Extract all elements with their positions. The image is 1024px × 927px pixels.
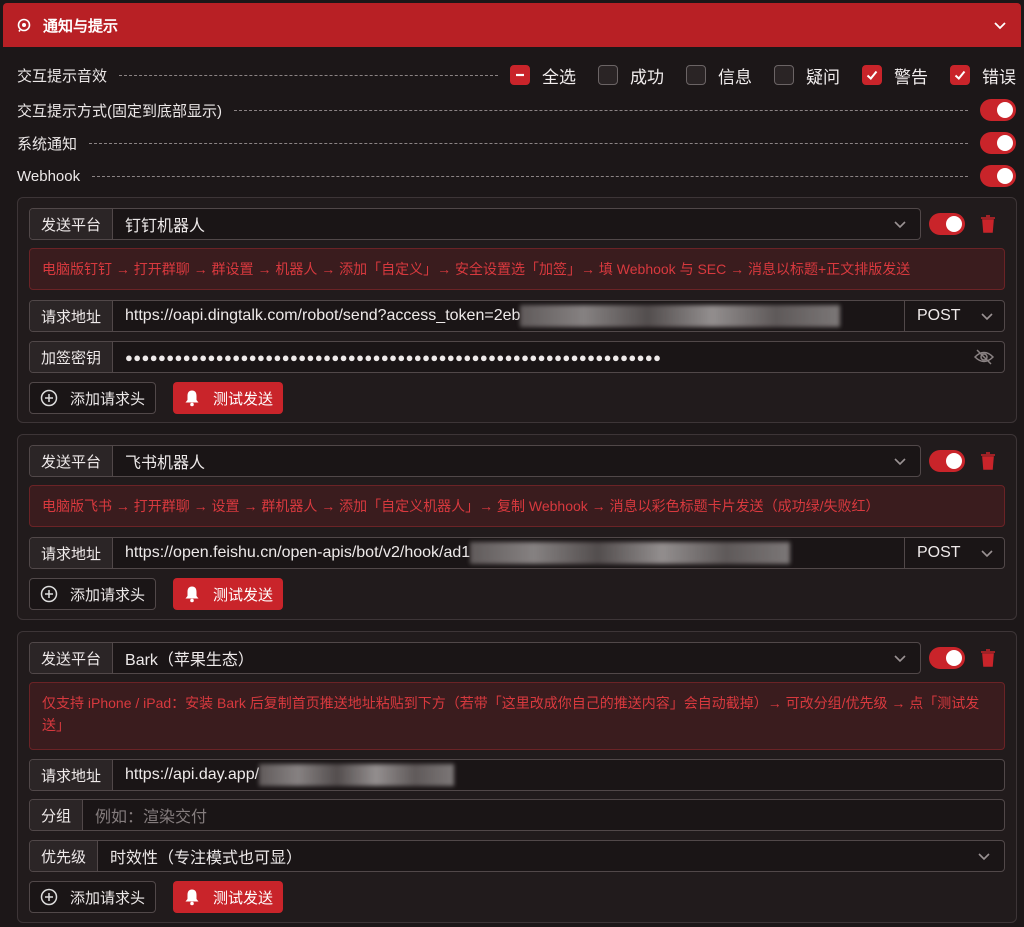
dashed-leader — [234, 109, 968, 111]
sound-row: 交互提示音效 全选 成功 信息 疑问 警告 错误 — [17, 62, 1016, 88]
test-send-button[interactable]: 测试发送 — [173, 382, 284, 414]
trash-icon[interactable] — [980, 452, 996, 470]
mode-row: 交互提示方式(固定到底部显示) — [17, 98, 1016, 122]
bell-icon — [185, 586, 199, 603]
notification-icon — [17, 18, 31, 32]
mode-toggle[interactable] — [980, 99, 1016, 121]
chevron-down-icon — [880, 643, 920, 673]
section-header[interactable]: 通知与提示 — [3, 3, 1021, 47]
dashed-leader — [119, 74, 498, 76]
redacted-blur — [259, 764, 455, 786]
webhook-card-feishu: 发送平台 飞书机器人 电脑版飞书 → 打开群聊 → 设置 → 群机器人 → 添加… — [17, 434, 1017, 620]
webhook-toggle[interactable] — [980, 165, 1016, 187]
webhook-card-bark: 发送平台 Bark（苹果生态） 仅支持 iPhone / iPad：安装 Bar… — [17, 631, 1017, 923]
sound-option-success[interactable]: 成功 — [598, 63, 664, 88]
system-label: 系统通知 — [17, 135, 78, 153]
sound-option-error[interactable]: 错误 — [950, 63, 1016, 88]
chevron-down-icon — [880, 446, 920, 476]
card-enable-toggle[interactable] — [929, 213, 965, 235]
add-header-button[interactable]: 添加请求头 — [29, 881, 157, 913]
sound-option-info[interactable]: 信息 — [686, 63, 752, 88]
url-value: https://open.feishu.cn/open-apis/bot/v2/… — [125, 544, 471, 561]
trash-icon[interactable] — [980, 649, 996, 667]
platform-select[interactable]: 发送平台 Bark（苹果生态） — [29, 642, 921, 674]
secret-field[interactable]: 加签密钥 ●●●●●●●●●●●●●●●●●●●●●●●●●●●●●●●●●●●… — [29, 341, 1005, 373]
url-field[interactable]: 请求地址 https://oapi.dingtalk.com/robot/sen… — [29, 300, 1005, 332]
priority-select[interactable]: 优先级 时效性（专注模式也可显） — [29, 840, 1005, 872]
dashed-leader — [92, 175, 968, 177]
mode-label: 交互提示方式(固定到底部显示) — [17, 102, 222, 120]
bell-icon — [185, 390, 199, 407]
bell-icon — [185, 889, 199, 906]
eye-off-icon[interactable] — [964, 342, 1004, 372]
section-title: 通知与提示 — [43, 17, 119, 35]
method-select[interactable]: POST — [904, 538, 1004, 568]
chevron-down-icon — [981, 550, 993, 558]
url-field[interactable]: 请求地址 https://api.day.app/ — [29, 759, 1005, 791]
checkbox-checked-icon[interactable] — [862, 65, 882, 85]
plus-circle-icon — [40, 888, 58, 906]
checkbox-indeterminate-icon[interactable] — [510, 65, 530, 85]
url-field[interactable]: 请求地址 https://open.feishu.cn/open-apis/bo… — [29, 537, 1005, 569]
checkbox[interactable] — [598, 65, 618, 85]
test-send-button[interactable]: 测试发送 — [173, 881, 284, 913]
url-value: https://oapi.dingtalk.com/robot/send?acc… — [125, 307, 521, 324]
add-header-button[interactable]: 添加请求头 — [29, 382, 157, 414]
method-select[interactable]: POST — [904, 301, 1004, 331]
webhook-row: Webhook — [17, 164, 1016, 188]
chevron-down-icon[interactable] — [993, 18, 1007, 32]
sound-option-warning[interactable]: 警告 — [862, 63, 928, 88]
hint-box: 电脑版钉钉 → 打开群聊 → 群设置 → 机器人 → 添加「自定义」→ 安全设置… — [29, 248, 1005, 290]
chevron-down-icon — [964, 841, 1004, 871]
hint-box: 仅支持 iPhone / iPad：安装 Bark 后复制首页推送地址粘贴到下方… — [29, 682, 1005, 750]
plus-circle-icon — [40, 585, 58, 603]
webhook-label: Webhook — [17, 167, 81, 185]
webhook-card-dingtalk: 发送平台 钉钉机器人 电脑版钉钉 → 打开群聊 → 群设置 → 机器人 → 添加… — [17, 197, 1017, 423]
checkbox[interactable] — [774, 65, 794, 85]
trash-icon[interactable] — [980, 215, 996, 233]
checkbox[interactable] — [686, 65, 706, 85]
sound-options: 全选 成功 信息 疑问 警告 错误 — [510, 63, 1016, 88]
system-row: 系统通知 — [17, 131, 1016, 155]
system-toggle[interactable] — [980, 132, 1016, 154]
plus-circle-icon — [40, 389, 58, 407]
add-header-button[interactable]: 添加请求头 — [29, 578, 157, 610]
card-enable-toggle[interactable] — [929, 647, 965, 669]
checkbox-checked-icon[interactable] — [950, 65, 970, 85]
card-enable-toggle[interactable] — [929, 450, 965, 472]
secret-value[interactable]: ●●●●●●●●●●●●●●●●●●●●●●●●●●●●●●●●●●●●●●●●… — [113, 342, 964, 372]
sound-option-all[interactable]: 全选 — [510, 63, 576, 88]
url-value: https://api.day.app/ — [125, 766, 260, 783]
redacted-blur — [520, 305, 841, 327]
chevron-down-icon — [981, 313, 993, 321]
test-send-button[interactable]: 测试发送 — [173, 578, 284, 610]
group-placeholder[interactable]: 例如：渲染交付 — [83, 800, 1004, 830]
chevron-down-icon — [880, 209, 920, 239]
redacted-blur — [470, 542, 791, 564]
sound-label: 交互提示音效 — [17, 67, 108, 85]
platform-select[interactable]: 发送平台 飞书机器人 — [29, 445, 921, 477]
platform-select[interactable]: 发送平台 钉钉机器人 — [29, 208, 921, 240]
hint-box: 电脑版飞书 → 打开群聊 → 设置 → 群机器人 → 添加「自定义机器人」→ 复… — [29, 485, 1005, 527]
group-field[interactable]: 分组 例如：渲染交付 — [29, 799, 1005, 831]
dashed-leader — [89, 142, 968, 144]
sound-option-question[interactable]: 疑问 — [774, 63, 840, 88]
